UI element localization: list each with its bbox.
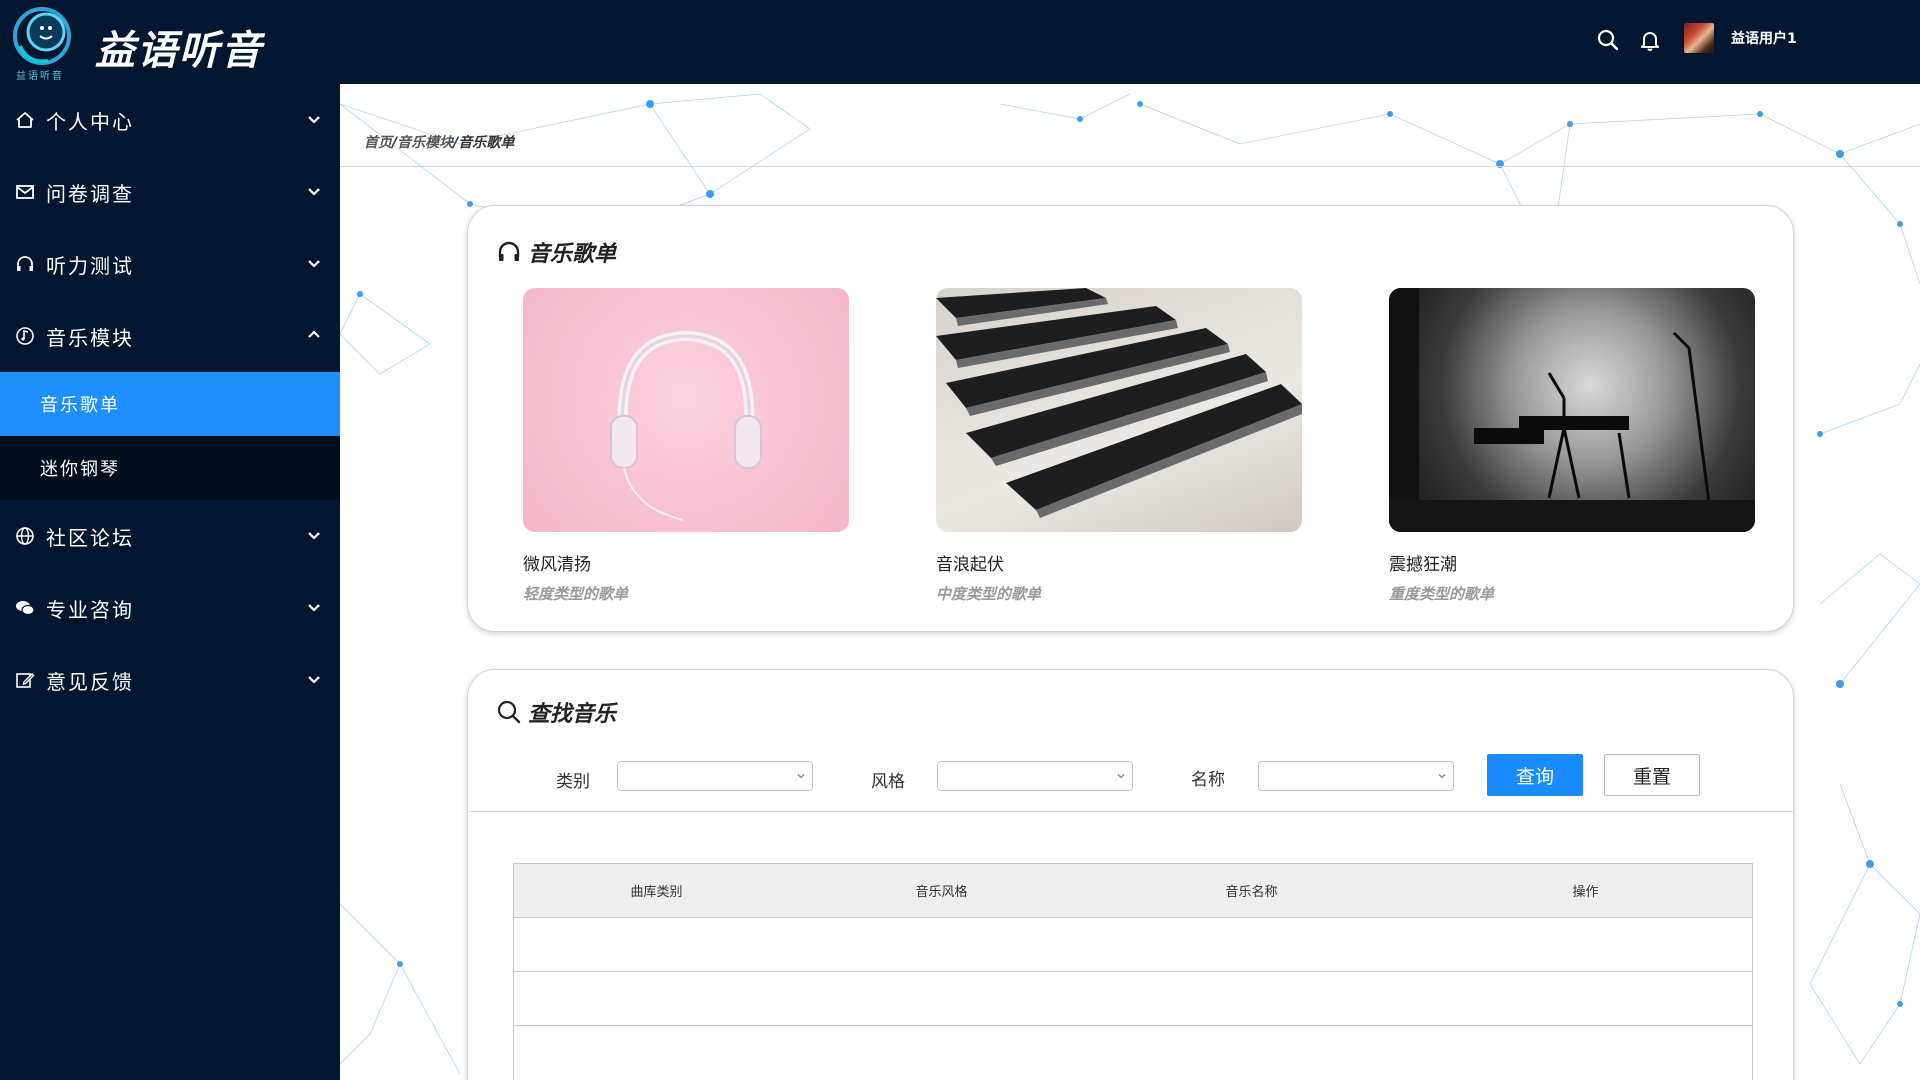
chevron-down-icon [1117, 774, 1125, 779]
main-content: 首页/音乐模块/音乐歌单 音乐歌单 微风清扬 轻度类型的歌单 音浪起伏 中度类型… [340, 84, 1920, 1080]
breadcrumb-module[interactable]: 音乐模块 [397, 135, 453, 151]
search-icon [497, 700, 521, 724]
table-header-style[interactable]: 音乐风格 [799, 864, 1084, 917]
playlist-desc: 重度类型的歌单 [1389, 585, 1495, 603]
table-header-name[interactable]: 音乐名称 [1084, 864, 1419, 917]
globe-icon [16, 527, 34, 545]
name-label: 名称 [1191, 770, 1225, 790]
chevron-down-icon [308, 532, 320, 540]
style-select[interactable] [937, 761, 1133, 791]
name-select[interactable] [1258, 761, 1454, 791]
sidebar-subitem-label: 迷你钢琴 [40, 459, 120, 480]
sidebar-item-hearing-test[interactable]: 听力测试 [0, 228, 340, 300]
playlist-name[interactable]: 微风清扬 [523, 550, 849, 575]
chevron-down-icon [308, 260, 320, 268]
search-music-card: 查找音乐 类别 风格 名称 查询 重置 曲库类别 音乐风格 音乐名称 操作 [467, 669, 1794, 1080]
avatar[interactable] [1684, 23, 1714, 53]
username[interactable]: 益语用户1 [1731, 28, 1797, 48]
chevron-down-icon [308, 676, 320, 684]
playlist-name[interactable]: 音浪起伏 [936, 550, 1302, 575]
table-header-category[interactable]: 曲库类别 [514, 864, 799, 917]
brand-title: 益语听音 [95, 28, 263, 74]
edit-icon [16, 673, 35, 688]
chevron-down-icon [308, 604, 320, 612]
playlist-item-light[interactable]: 微风清扬 轻度类型的歌单 [523, 288, 849, 604]
playlist-cover-headphones[interactable] [523, 288, 849, 532]
music-submenu: 音乐歌单 迷你钢琴 [0, 372, 340, 500]
sidebar-item-label: 社区论坛 [46, 525, 134, 550]
sidebar-item-label: 问卷调查 [46, 181, 134, 206]
search-divider [468, 811, 1793, 812]
home-icon [16, 112, 34, 128]
category-select[interactable] [617, 761, 813, 791]
sidebar-subitem-music-playlist[interactable]: 音乐歌单 [0, 372, 340, 436]
playlist-desc: 中度类型的歌单 [936, 585, 1042, 603]
playlist-cover-stage[interactable] [1389, 288, 1755, 532]
stage-image [1389, 288, 1755, 532]
table-header: 曲库类别 音乐风格 音乐名称 操作 [514, 864, 1752, 918]
search-title-text: 查找音乐 [528, 702, 617, 727]
sidebar-item-label: 音乐模块 [46, 325, 134, 350]
chevron-down-icon [308, 116, 320, 124]
chevron-down-icon [797, 774, 805, 779]
logo-subtitle: 益语听音 [16, 71, 64, 82]
sidebar-item-survey[interactable]: 问卷调查 [0, 156, 340, 228]
table-row [514, 1026, 1752, 1080]
sidebar-item-personal-center[interactable]: 个人中心 [0, 84, 340, 156]
query-button[interactable]: 查询 [1487, 754, 1583, 796]
headphones-image [610, 330, 762, 521]
piano-image [936, 288, 1302, 518]
breadcrumb: 首页/音乐模块/音乐歌单 [364, 132, 514, 152]
playlist-item-medium[interactable]: 音浪起伏 中度类型的歌单 [936, 288, 1302, 604]
sidebar: 个人中心 问卷调查 听力测试 音乐模块 音乐歌单 迷你钢琴 社区论坛 专业咨询 … [0, 84, 340, 1080]
music-table: 曲库类别 音乐风格 音乐名称 操作 [513, 863, 1753, 1080]
category-label: 类别 [556, 772, 590, 792]
music-note-icon [16, 327, 34, 345]
search-icon[interactable] [1596, 28, 1620, 52]
playlist-card: 音乐歌单 微风清扬 轻度类型的歌单 音浪起伏 中度类型的歌单 震撼狂潮 重度类型… [467, 205, 1794, 632]
chevron-down-icon [1438, 774, 1446, 779]
headphones-icon [498, 241, 520, 261]
sidebar-item-label: 意见反馈 [46, 669, 134, 694]
sidebar-item-music-module[interactable]: 音乐模块 [0, 300, 340, 372]
mail-icon [16, 185, 34, 199]
sidebar-item-forum[interactable]: 社区论坛 [0, 500, 340, 572]
top-bar: 益语听音 益语听音 益语用户1 [0, 0, 1920, 84]
playlist-card-title: 音乐歌单 [496, 236, 616, 268]
breadcrumb-current: 音乐歌单 [458, 135, 515, 151]
chat-icon [16, 601, 35, 616]
playlist-desc: 轻度类型的歌单 [523, 585, 629, 603]
sidebar-item-label: 专业咨询 [46, 597, 134, 622]
sidebar-subitem-mini-piano[interactable]: 迷你钢琴 [0, 436, 340, 500]
sidebar-item-consulting[interactable]: 专业咨询 [0, 572, 340, 644]
playlist-item-heavy[interactable]: 震撼狂潮 重度类型的歌单 [1389, 288, 1755, 604]
playlist-name[interactable]: 震撼狂潮 [1389, 550, 1755, 575]
headphones-icon [17, 256, 33, 271]
chevron-down-icon [308, 188, 320, 196]
playlist-title-text: 音乐歌单 [528, 242, 617, 267]
table-header-actions[interactable]: 操作 [1419, 864, 1752, 917]
sidebar-item-label: 听力测试 [46, 253, 134, 278]
table-row [514, 918, 1752, 972]
breadcrumb-divider [340, 166, 1920, 167]
sidebar-item-label: 个人中心 [46, 109, 134, 134]
style-label: 风格 [871, 772, 905, 792]
sidebar-item-feedback[interactable]: 意见反馈 [0, 644, 340, 716]
bell-icon[interactable] [1638, 28, 1662, 52]
breadcrumb-home[interactable]: 首页 [364, 135, 392, 151]
sidebar-subitem-label: 音乐歌单 [40, 395, 120, 416]
playlist-cover-piano[interactable] [936, 288, 1302, 532]
reset-button[interactable]: 重置 [1604, 754, 1700, 796]
chevron-up-icon [308, 330, 320, 338]
table-row [514, 972, 1752, 1026]
search-card-title: 查找音乐 [496, 696, 616, 728]
